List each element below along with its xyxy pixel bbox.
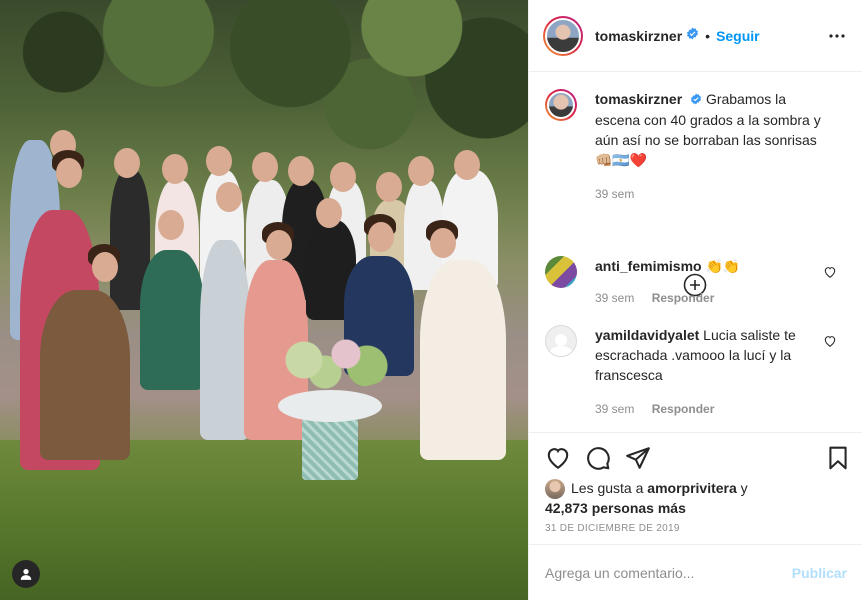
comment-time[interactable]: 39 sem (595, 291, 634, 305)
post-date[interactable]: 31 DE DICIEMBRE DE 2019 (545, 523, 680, 534)
save-bookmark-icon[interactable] (825, 445, 851, 471)
post-details-panel: tomaskirzner • Seguir tomaskirzner Graba… (528, 0, 862, 600)
comments-list[interactable]: tomaskirzner Grabamos la escena con 40 g… (529, 73, 862, 430)
add-comment-bar: Publicar (529, 544, 862, 600)
like-comment-heart-icon[interactable] (823, 265, 837, 279)
author-avatar[interactable] (543, 15, 583, 56)
post-header: tomaskirzner • Seguir (529, 0, 862, 72)
commenter-avatar[interactable] (545, 256, 577, 288)
photo-people-group (10, 130, 520, 470)
comment-username[interactable]: anti_femimismo (595, 258, 702, 274)
likes-count[interactable]: 42,873 personas más (545, 500, 686, 516)
comment-bubble-icon[interactable] (585, 445, 611, 471)
wicker-table (278, 390, 382, 490)
likes-summary[interactable]: Les gusta a amorprivitera y 42,873 perso… (545, 479, 845, 518)
commenter-avatar-placeholder[interactable] (545, 325, 577, 357)
caption-avatar[interactable] (545, 89, 577, 121)
header-separator: • (705, 27, 711, 44)
comment-input[interactable] (545, 564, 792, 581)
post-actions: Les gusta a amorprivitera y 42,873 perso… (529, 432, 862, 534)
post-photo[interactable] (0, 0, 528, 600)
like-comment-heart-icon[interactable] (823, 334, 837, 348)
liker-avatar (545, 479, 565, 500)
tagged-users-icon[interactable] (12, 560, 40, 588)
publish-button[interactable]: Publicar (792, 565, 847, 581)
verified-badge-icon (686, 27, 699, 45)
author-username[interactable]: tomaskirzner (595, 28, 682, 44)
comment-item: yamildavidyalet Lucia saliste te escrach… (545, 325, 821, 419)
caption-time[interactable]: 39 sem (595, 187, 634, 201)
likes-prefix: Les gusta a (571, 480, 644, 496)
comment-time[interactable]: 39 sem (595, 402, 634, 416)
more-options-icon[interactable] (827, 26, 847, 46)
comment-text: 👏👏 (705, 258, 741, 274)
like-heart-icon[interactable] (545, 445, 571, 471)
caption: tomaskirzner Grabamos la escena con 40 g… (545, 89, 821, 204)
reply-button[interactable]: Responder (652, 291, 715, 305)
comment-item: anti_femimismo 👏👏 39 sem Responder (545, 256, 821, 308)
caption-username[interactable]: tomaskirzner (595, 91, 682, 107)
reply-button[interactable]: Responder (652, 402, 715, 416)
comment-username[interactable]: yamildavidyalet (595, 327, 699, 343)
liker-username[interactable]: amorprivitera (647, 480, 736, 496)
follow-button[interactable]: Seguir (716, 28, 760, 44)
flower-arrangement (262, 330, 402, 390)
verified-badge-icon (690, 90, 702, 110)
share-paper-plane-icon[interactable] (625, 445, 651, 471)
likes-joiner: y (740, 480, 748, 496)
